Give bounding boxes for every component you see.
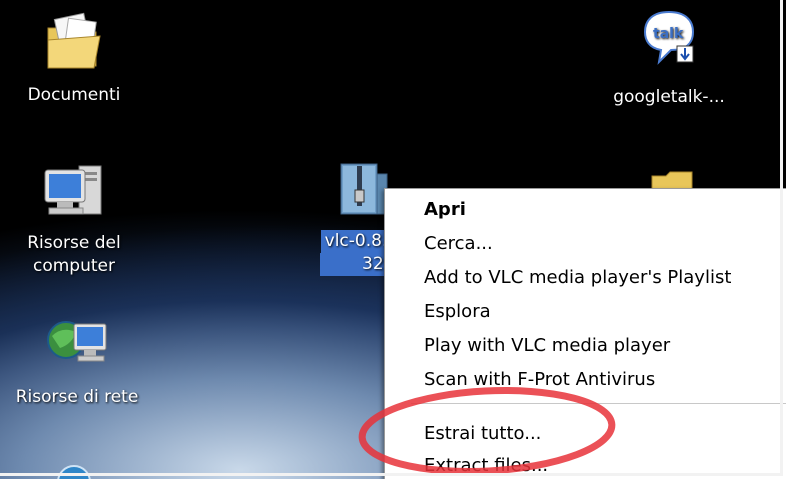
desktop[interactable]: Documenti Risorse del computer Risorse d… xyxy=(0,0,786,479)
network-places-icon xyxy=(47,321,107,362)
globe-icon xyxy=(57,465,91,479)
my-computer-icon xyxy=(44,165,102,215)
menu-item-add-to-vlc-playlist[interactable]: Add to VLC media player's Playlist xyxy=(424,267,731,288)
desktop-icon-label: Risorse di rete xyxy=(15,387,139,407)
desktop-icon-label-line2: computer xyxy=(33,256,115,276)
menu-item-esplora[interactable]: Esplora xyxy=(424,301,491,322)
menu-separator xyxy=(411,403,786,404)
google-talk-icon: talk xyxy=(643,10,695,65)
desktop-icon-label: googletalk-... xyxy=(613,87,725,107)
desktop-icon-googletalk[interactable]: talk googletalk-... xyxy=(604,8,734,109)
menu-item-cerca[interactable]: Cerca... xyxy=(424,233,493,254)
menu-item-extract-files[interactable]: Extract files... xyxy=(424,455,548,476)
desktop-icon-documenti[interactable]: Documenti xyxy=(14,10,134,107)
menu-item-scan-with-fprot[interactable]: Scan with F-Prot Antivirus xyxy=(424,369,655,390)
menu-item-apri[interactable]: Apri xyxy=(424,199,466,220)
desktop-icon-label: Documenti xyxy=(27,85,121,105)
menu-item-play-with-vlc[interactable]: Play with VLC media player xyxy=(424,335,670,356)
talk-badge-text: talk xyxy=(653,26,684,42)
menu-item-estrai-tutto[interactable]: Estrai tutto... xyxy=(424,423,541,444)
zip-archive-icon xyxy=(340,163,388,215)
folder-documents-icon xyxy=(47,12,101,69)
desktop-icon-risorse-del-computer[interactable]: Risorse del computer xyxy=(14,160,134,278)
desktop-icon-risorse-di-rete[interactable]: Risorse di rete xyxy=(2,314,152,409)
context-menu: Apri Cerca... Add to VLC media player's … xyxy=(384,188,786,479)
desktop-icon-label-line1: Risorse del xyxy=(27,233,121,253)
